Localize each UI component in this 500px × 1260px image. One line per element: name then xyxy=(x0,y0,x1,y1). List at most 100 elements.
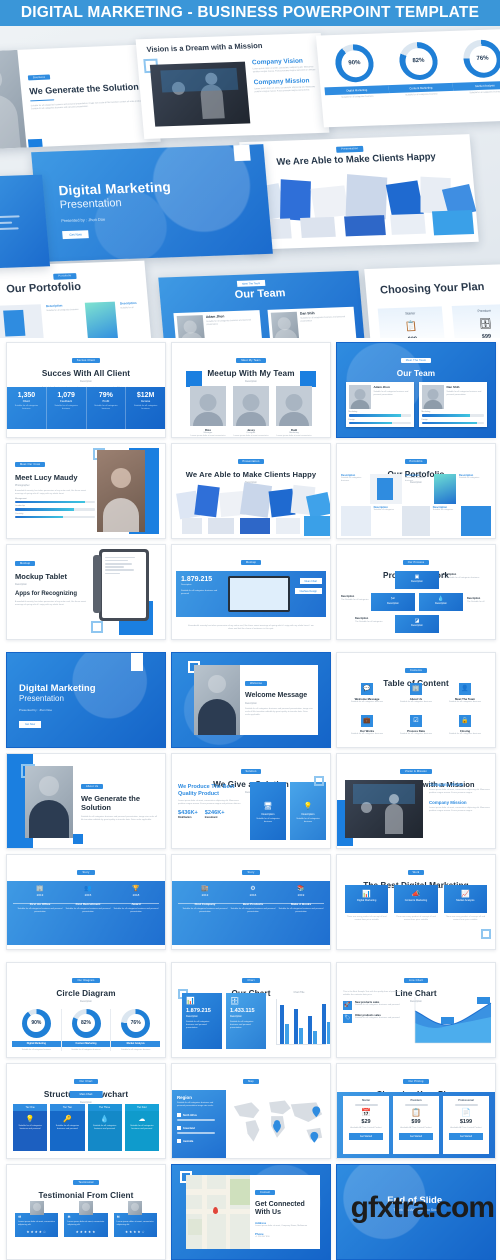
plan-button[interactable]: Get Started xyxy=(449,1132,483,1140)
testimonial-card: ❝ Lorem ipsum dolor sit amet, consectetu… xyxy=(113,1201,157,1237)
timeline-year: 2018 xyxy=(132,893,140,897)
slide-tag: Story xyxy=(242,869,260,876)
chart-title: Chart Title xyxy=(293,991,305,994)
hero-slide-title[interactable]: Digital Marketing Presentation Presented… xyxy=(31,144,273,262)
slide-table-of-content[interactable]: Contents Table of Content Description 💬 … xyxy=(336,652,496,748)
plan-card[interactable]: Professional 📄 $199 Available All Time L… xyxy=(443,1096,489,1154)
slide-our-chart[interactable]: Chart Our Chart Description 📊 1.879.215 … xyxy=(171,962,331,1058)
watermark: gfxtra.com xyxy=(350,1191,495,1224)
hero-slide-mockup-web[interactable]: Mean Chart Interface Design xyxy=(0,174,51,270)
plan-card[interactable]: Premium 📋 $99 Available All Time Limited… xyxy=(393,1096,439,1154)
slide-our-portofolio[interactable]: Portofolio Our Portofolio Description De… xyxy=(336,443,496,539)
slide-mockup-tablet[interactable]: Mockup Mockup Tablet Description Apps fo… xyxy=(6,544,166,640)
hero-donut-value: 76% xyxy=(476,55,489,63)
plan-button[interactable]: Get Started xyxy=(399,1132,433,1140)
slide-tag: Mockup xyxy=(15,560,36,567)
slide-tag: Our Diagram xyxy=(72,977,100,984)
hero-slide-our-team[interactable]: Meet The Team Our Team Adam Jhon Suitabl… xyxy=(158,270,366,338)
slide-testimonial-from-client[interactable]: Testimonial Testimonial From Client Desc… xyxy=(6,1164,166,1260)
slide-circle-diagram[interactable]: Our Diagram Circle Diagram Description 9… xyxy=(6,962,166,1058)
skill-label: Leadership xyxy=(15,505,25,508)
slide-choosing-your-plan[interactable]: Our Pricing Choosing Your Plan Descripti… xyxy=(336,1063,496,1159)
slide-subtitle: Description xyxy=(80,999,92,1003)
slide-meet-lucy-maudy[interactable]: Meet Our Crew Meet Lucy Maudy Photograph… xyxy=(6,443,166,539)
slide-title: Get Connected With Us xyxy=(255,1201,305,1216)
hero-slide-vision-mission[interactable]: Vision is a Dream with a Mission Company… xyxy=(135,32,330,140)
user-icon: 👤 xyxy=(459,683,471,695)
slide-get-connected-with-us[interactable]: Contact Get Connected With Us Address Lo… xyxy=(171,1164,331,1260)
skill-label: Design xyxy=(348,418,355,421)
slide-tag: Map xyxy=(243,1078,259,1085)
slide-we-generate-the-solution[interactable]: About Us We Generate the Solution Suitab… xyxy=(6,753,166,849)
slide-our-story-2[interactable]: Story Our Story Was Here Description 🏬 2… xyxy=(171,854,331,950)
slide-desc: Suitable for all categories business and… xyxy=(81,816,157,821)
slide-revonsive-web-mockup[interactable]: Mockup Revonsive Web Mockup Description … xyxy=(171,544,331,640)
slide-structured-flowchart[interactable]: Our Chart Structured Flowchart Descripti… xyxy=(6,1063,166,1159)
hero-presenter: Presented by : Jhon Doe xyxy=(60,216,106,224)
timeline-year: 2016 xyxy=(249,893,257,897)
slide-location-all-client[interactable]: Map Location All Client Description Regi… xyxy=(171,1063,331,1159)
team-member: Jessy Designer Lorem ipsum dolor sit ame… xyxy=(233,385,269,437)
process-node: Description xyxy=(387,602,399,605)
document-icon: 📄 xyxy=(461,1107,471,1117)
star-rating: ★★★★☆ xyxy=(124,1230,146,1234)
hero-slide-title: Choosing Your Plan xyxy=(379,280,485,297)
timeline-label: Make A Books xyxy=(290,902,312,906)
process-node: Description xyxy=(411,624,423,627)
slide-title: Our Team xyxy=(396,369,436,378)
stat-cell: 1,079 Feedback Suitable for all categori… xyxy=(47,387,87,429)
hero-slide-title: We Generate the Solution xyxy=(28,81,140,97)
lock-icon: 🔒 xyxy=(459,715,471,727)
hero-tag: Business xyxy=(27,74,51,81)
testimonial-text: Lorem ipsum dolor sit amet, consectetur … xyxy=(18,1221,55,1226)
member-name: Adam Jhon xyxy=(373,385,390,389)
hero-cta-button[interactable]: Get Now xyxy=(62,230,90,240)
slide-title: Mockup Tablet xyxy=(15,572,67,581)
world-map[interactable] xyxy=(226,1090,330,1158)
plan-price: $29 xyxy=(361,1118,371,1125)
bars-icon: 📈 xyxy=(460,891,470,898)
slide-headline: We Produce The Best Quality Product xyxy=(178,784,235,797)
stat-cell: 79% Profit Suitable for all categories b… xyxy=(87,387,127,429)
slide-our-story-1[interactable]: Story Our Story Was Here Description 🏢 2… xyxy=(6,854,166,950)
timeline-year: 2013 xyxy=(36,893,44,897)
slide-we-give-a-solution[interactable]: Solution We Give a Solution Description … xyxy=(171,753,331,849)
hero-title-sub: Presentation xyxy=(59,197,123,212)
member-role: Manager xyxy=(203,431,213,434)
skill-label: Marketing xyxy=(348,411,358,413)
plan-card[interactable]: Starter 📅 $29 Available All Time Limited… xyxy=(343,1096,389,1154)
plan-button[interactable]: Get Started xyxy=(349,1132,383,1140)
stat-label: Investment xyxy=(204,816,218,819)
slide-line-chart[interactable]: Line Chart Line Chart Description This i… xyxy=(336,962,496,1058)
slide-vision-is-a-dream-with-a-mission[interactable]: Vision & Mission Vision is a Dream with … xyxy=(336,753,496,849)
hero-slide-our-portofolio[interactable]: Portofolio Our Portofolio Description Su… xyxy=(0,260,152,338)
slide-the-best-digital-marketing[interactable]: Work The Best Digital Marketing Descript… xyxy=(336,854,496,950)
slide-succes-with-all-client[interactable]: Succes Client Succes With All Client Des… xyxy=(6,342,166,438)
stat-label: Profit xyxy=(102,400,110,403)
slide-desc: A wonderful serenity has taken possessio… xyxy=(15,600,87,606)
slide-tag: Meet My Team xyxy=(236,357,266,364)
hero-slide-choosing-plan[interactable]: Pricing Choosing Your Plan Starter 📋 $29… xyxy=(364,263,500,338)
team-member: Rico Manager Lorem ipsum dolor sit amet … xyxy=(190,385,226,437)
slide-meetup-with-my-team[interactable]: Meet My Team Meetup With My Team Descrip… xyxy=(171,342,331,438)
slide-tag: Work xyxy=(407,869,425,876)
cta-button[interactable]: Get Now xyxy=(19,721,42,728)
timeline-year: 2013 xyxy=(201,893,209,897)
megaphone-icon: 📣 xyxy=(411,891,421,898)
slide-our-team[interactable]: Meet The Team Our Team Adam Jhon Suitabl… xyxy=(336,342,496,438)
slide-procces-of-work[interactable]: Our Process Procces of Work Description … xyxy=(336,544,496,640)
testimonial-card: ❝ Lorem ipsum dolor sit amet, consectetu… xyxy=(64,1201,108,1237)
flow-col-header: Tier Four xyxy=(124,1104,159,1111)
hero-slide-circle-diagram[interactable]: 90% Digital Marketing Suitable for all c… xyxy=(315,28,500,128)
donut-value: 90% xyxy=(31,1020,42,1026)
slide-subtitle: Presentation xyxy=(19,694,64,703)
hero-slide-clients-happy[interactable]: Presentation We Are Able to Make Clients… xyxy=(239,134,479,250)
map-thumbnail[interactable] xyxy=(186,1175,250,1249)
slide-welcome-message[interactable]: Welcome Welcome Message Description Suit… xyxy=(171,652,331,748)
member-name: Dan Shih xyxy=(446,385,460,389)
slide-title: Welcome Message xyxy=(245,692,308,699)
slide-we-are-able-to-make-clients-happy[interactable]: Presentation We Are Able to Make Clients… xyxy=(171,443,331,539)
member-desc: Suitable for all categories business and… xyxy=(373,390,409,396)
marketing-card: Market Analysis xyxy=(456,899,475,902)
slide-title-slide[interactable]: Digital Marketing Presentation Presented… xyxy=(6,652,166,748)
